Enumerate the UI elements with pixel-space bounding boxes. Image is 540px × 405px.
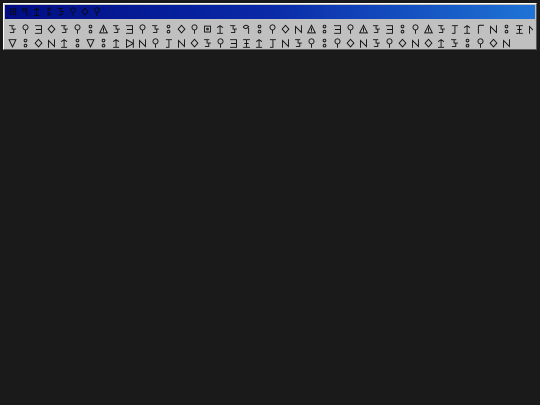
rings-icon [465, 38, 470, 47]
rings-icon [257, 24, 262, 33]
hook-s-icon [373, 38, 380, 47]
fork-icon [463, 24, 471, 34]
e-bracket-icon [35, 24, 42, 34]
lollipop-icon [70, 7, 76, 16]
n-shape-icon [295, 24, 302, 34]
diamond-icon [346, 38, 355, 48]
text-line-1 [7, 22, 533, 36]
n-shape-icon [282, 38, 289, 48]
diamond-icon [424, 38, 433, 48]
loop-icon [242, 24, 250, 34]
app-window [3, 3, 537, 50]
n-shape-icon [503, 38, 510, 48]
title-bar[interactable] [5, 5, 535, 19]
window-title [8, 7, 104, 17]
diamond-icon [398, 38, 407, 48]
stick-t-icon [269, 38, 276, 48]
stick-t-icon [451, 24, 458, 34]
stick-t-icon [165, 38, 172, 48]
rings-icon [504, 24, 509, 33]
lollipop-icon [477, 37, 484, 48]
rings-icon [101, 38, 106, 47]
lollipop-icon [412, 23, 419, 34]
stick-f-icon [477, 24, 484, 34]
rings-icon [23, 38, 28, 47]
fork-icon [33, 8, 40, 16]
rings-icon [322, 38, 327, 47]
rings-icon [75, 38, 80, 47]
rings-icon [47, 7, 51, 16]
n-shape-icon [412, 38, 419, 48]
n-shape-icon [490, 24, 497, 34]
hook-s-icon [113, 24, 120, 33]
hook-s-icon [451, 38, 458, 47]
text-line-2 [7, 36, 533, 50]
hook-s-icon [204, 38, 211, 47]
lollipop-icon [152, 37, 159, 48]
e-bracket-icon [386, 24, 393, 34]
hook-s-icon [230, 24, 237, 33]
rings-icon [322, 24, 327, 33]
fork-icon [112, 38, 120, 48]
lollipop-icon [139, 23, 146, 34]
i-bar-icon [516, 24, 523, 34]
e-bracket-icon [230, 38, 237, 48]
n-shape-icon [139, 38, 146, 48]
hook-s-icon [61, 24, 68, 33]
diamond-icon [177, 24, 186, 34]
hook-s-icon [295, 38, 302, 47]
square-dot-icon [9, 8, 17, 15]
loop-icon [21, 7, 28, 16]
n-shape-icon [48, 38, 55, 48]
hook-s-icon [373, 24, 380, 33]
tri-down-icon [86, 38, 95, 48]
text-content [7, 22, 533, 50]
lollipop-icon [94, 7, 100, 16]
rings-icon [400, 24, 405, 33]
lollipop-icon [334, 37, 341, 48]
square-dot-icon [204, 25, 211, 33]
lollipop-icon [269, 23, 276, 34]
tri-down-icon [8, 38, 17, 48]
e-bracket-icon [126, 24, 133, 34]
lollipop-icon [386, 37, 393, 48]
lollipop-icon [22, 23, 29, 34]
diamond-icon [34, 38, 43, 48]
n-shape-icon [529, 24, 533, 34]
tri-bar-icon [306, 23, 317, 33]
n-shape-icon [360, 38, 367, 48]
rings-icon [166, 24, 171, 33]
e-bracket-icon [334, 24, 341, 34]
diamond-icon [81, 7, 89, 16]
tri-right-icon [126, 38, 135, 48]
fork-icon [255, 38, 263, 48]
hook-s-icon [152, 24, 159, 33]
diamond-icon [190, 38, 199, 48]
lollipop-icon [308, 37, 315, 48]
rings-icon [88, 24, 93, 33]
lollipop-icon [191, 23, 198, 34]
diamond-icon [489, 38, 498, 48]
lollipop-icon [217, 37, 224, 48]
hook-s-icon [438, 24, 445, 33]
tri-bar-icon [98, 23, 109, 33]
n-shape-icon [178, 38, 185, 48]
tri-bar-icon [358, 23, 369, 33]
hook-s-icon [57, 8, 65, 16]
diamond-icon [281, 24, 290, 34]
hook-s-icon [9, 24, 16, 33]
fork-icon [437, 38, 445, 48]
lollipop-icon [347, 23, 354, 34]
lollipop-icon [74, 23, 81, 34]
fork-icon [216, 24, 224, 34]
diamond-icon [47, 24, 56, 34]
i-bar-icon [243, 38, 250, 48]
tri-bar-icon [423, 23, 434, 33]
fork-icon [60, 38, 68, 48]
